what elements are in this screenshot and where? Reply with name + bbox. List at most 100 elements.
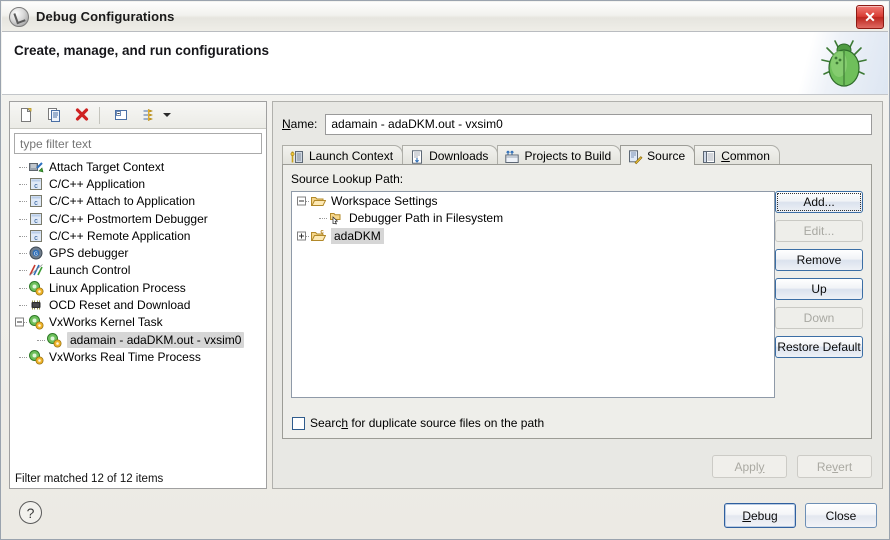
config-tree-item-label: VxWorks Kernel Task <box>49 315 163 330</box>
source-lookup-path-label: Source Lookup Path: <box>291 172 404 186</box>
tree-connector <box>19 305 27 307</box>
source-path-item-label: Debugger Path in Filesystem <box>349 211 504 226</box>
duplicate-configuration-icon[interactable] <box>42 104 66 127</box>
help-question-icon[interactable]: ? <box>19 501 42 524</box>
tab-label: Launch Context <box>309 148 394 163</box>
configurations-tree[interactable]: Attach Target Context c C/C++ Application c… <box>10 158 266 466</box>
config-tree-item[interactable]: Attach Target Context <box>10 158 266 175</box>
config-tree-item[interactable]: adamain - adaDKM.out - vxsim0 <box>10 331 266 348</box>
tab-strip: Launch Context Downloads Projects to Build… <box>282 144 872 165</box>
config-tree-item-label: Launch Control <box>49 263 131 278</box>
config-tree-item[interactable]: c C/C++ Application <box>10 175 266 192</box>
config-tree-item[interactable]: c C/C++ Remote Application <box>10 227 266 244</box>
tree-collapse-icon[interactable] <box>297 196 306 206</box>
source-path-item[interactable]: Debugger Path in Filesystem <box>292 210 774 228</box>
tree-connector <box>319 218 327 220</box>
c-app-icon: c <box>28 176 45 192</box>
tab-label: Projects to Build <box>524 148 612 163</box>
title-bar: Debug Configurations ✕ <box>2 2 888 32</box>
tree-connector <box>19 235 27 238</box>
add-button[interactable]: Add... <box>775 191 863 213</box>
tab-source[interactable]: Source <box>620 145 696 165</box>
c-app-icon: c <box>28 228 45 244</box>
tree-connector <box>19 166 27 169</box>
window-title: Debug Configurations <box>36 9 175 24</box>
svg-text:c: c <box>34 183 38 190</box>
source-path-item-label: adaDKM <box>331 227 384 244</box>
c-app-icon: c <box>28 211 45 227</box>
up-button[interactable]: Up <box>775 278 863 300</box>
config-tree-item[interactable]: c C/C++ Attach to Application <box>10 193 266 210</box>
config-tree-item[interactable]: G GPS debugger <box>10 244 266 261</box>
search-duplicates-label: Search for duplicate source files on the… <box>310 416 545 430</box>
process-icon <box>46 332 63 348</box>
debug-button[interactable]: Debug <box>724 503 796 528</box>
configuration-name-field[interactable] <box>325 113 872 135</box>
source-lookup-list[interactable]: Workspace Settings Debugger Path in Files… <box>291 191 775 398</box>
debug-window-icon <box>9 6 29 27</box>
close-button[interactable]: Close <box>805 503 877 528</box>
config-tree-item[interactable]: Launch Control <box>10 262 266 279</box>
tree-connector <box>19 356 27 359</box>
tree-connector <box>19 201 27 203</box>
source-tab-panel: Source Lookup Path: Workspace Settings De… <box>282 164 872 439</box>
green-bug-icon <box>821 40 867 87</box>
tree-expand-icon[interactable] <box>297 231 306 241</box>
config-tree-item[interactable]: OCD Reset and Download <box>10 296 266 313</box>
tab-downloads[interactable]: Downloads <box>402 145 499 165</box>
new-configuration-icon[interactable] <box>14 104 38 127</box>
downloads-icon <box>409 149 424 164</box>
config-tree-item-label: C/C++ Remote Application <box>49 228 191 243</box>
apply-revert-buttons: Appl y Re v ert <box>712 455 872 478</box>
svg-text:c: c <box>320 229 324 235</box>
tree-connector <box>19 253 27 255</box>
tab-label: Common <box>721 148 770 163</box>
config-tree-item-label: C/C++ Postmortem Debugger <box>49 211 208 226</box>
process-icon <box>28 280 45 296</box>
chevron-down-icon[interactable] <box>161 105 173 125</box>
filter-input-wrapper <box>14 133 262 154</box>
tab-launch-context[interactable]: Launch Context <box>282 145 404 165</box>
config-tree-item[interactable]: VxWorks Real Time Process <box>10 348 266 365</box>
tab-common[interactable]: Common <box>694 145 780 165</box>
search-duplicates-checkbox[interactable]: Search for duplicate source files on the… <box>292 416 544 430</box>
checkbox-box[interactable] <box>292 416 305 430</box>
restore-default-button[interactable]: Restore Default <box>775 336 863 358</box>
tree-collapse-icon[interactable] <box>15 317 24 327</box>
delete-configuration-icon[interactable] <box>70 104 94 127</box>
tree-connector <box>37 339 45 342</box>
filter-status-text: Filter matched 12 of 12 items <box>15 473 164 485</box>
source-path-item-label: Workspace Settings <box>331 193 438 208</box>
edit-button: Edit... <box>775 220 863 242</box>
c-project-folder-icon: c <box>310 228 327 244</box>
config-tree-item-label: adamain - adaDKM.out - vxsim0 <box>67 331 245 348</box>
config-tree-item-label: C/C++ Attach to Application <box>49 194 196 209</box>
svg-text:c: c <box>34 235 38 242</box>
configuration-tab-folder: Launch Context Downloads Projects to Build… <box>282 144 872 439</box>
name-row: Name: <box>282 113 872 135</box>
close-icon[interactable]: ✕ <box>856 5 884 29</box>
toolbar-separator <box>99 106 100 124</box>
tree-connector <box>19 218 27 221</box>
configuration-editor-panel: Name: Launch Context Downloads Projects to… <box>272 101 883 489</box>
process-icon <box>28 314 45 330</box>
config-tree-item[interactable]: c C/C++ Postmortem Debugger <box>10 210 266 227</box>
tree-connector <box>19 183 27 186</box>
tree-connector <box>19 270 27 272</box>
filter-icon[interactable] <box>137 104 161 127</box>
config-tree-item[interactable]: VxWorks Kernel Task <box>10 314 266 331</box>
tab-label: Source <box>647 148 686 163</box>
launch-control-icon <box>28 262 45 278</box>
search-input[interactable] <box>14 133 262 154</box>
tab-projects-to-build[interactable]: Projects to Build <box>497 145 622 165</box>
source-path-item[interactable]: c adaDKM <box>292 227 774 245</box>
c-app-icon: c <box>28 193 45 209</box>
remove-button[interactable]: Remove <box>775 249 863 271</box>
config-tree-item-label: VxWorks Real Time Process <box>49 349 201 364</box>
config-tree-item[interactable]: Linux Application Process <box>10 279 266 296</box>
collapse-all-icon[interactable] <box>109 104 133 127</box>
apply-button: Appl y <box>712 455 787 478</box>
source-path-item[interactable]: Workspace Settings <box>292 192 774 210</box>
configurations-panel: Attach Target ContextcC/C++ Applicationc… <box>9 101 267 489</box>
tab-label: Downloads <box>429 148 489 163</box>
